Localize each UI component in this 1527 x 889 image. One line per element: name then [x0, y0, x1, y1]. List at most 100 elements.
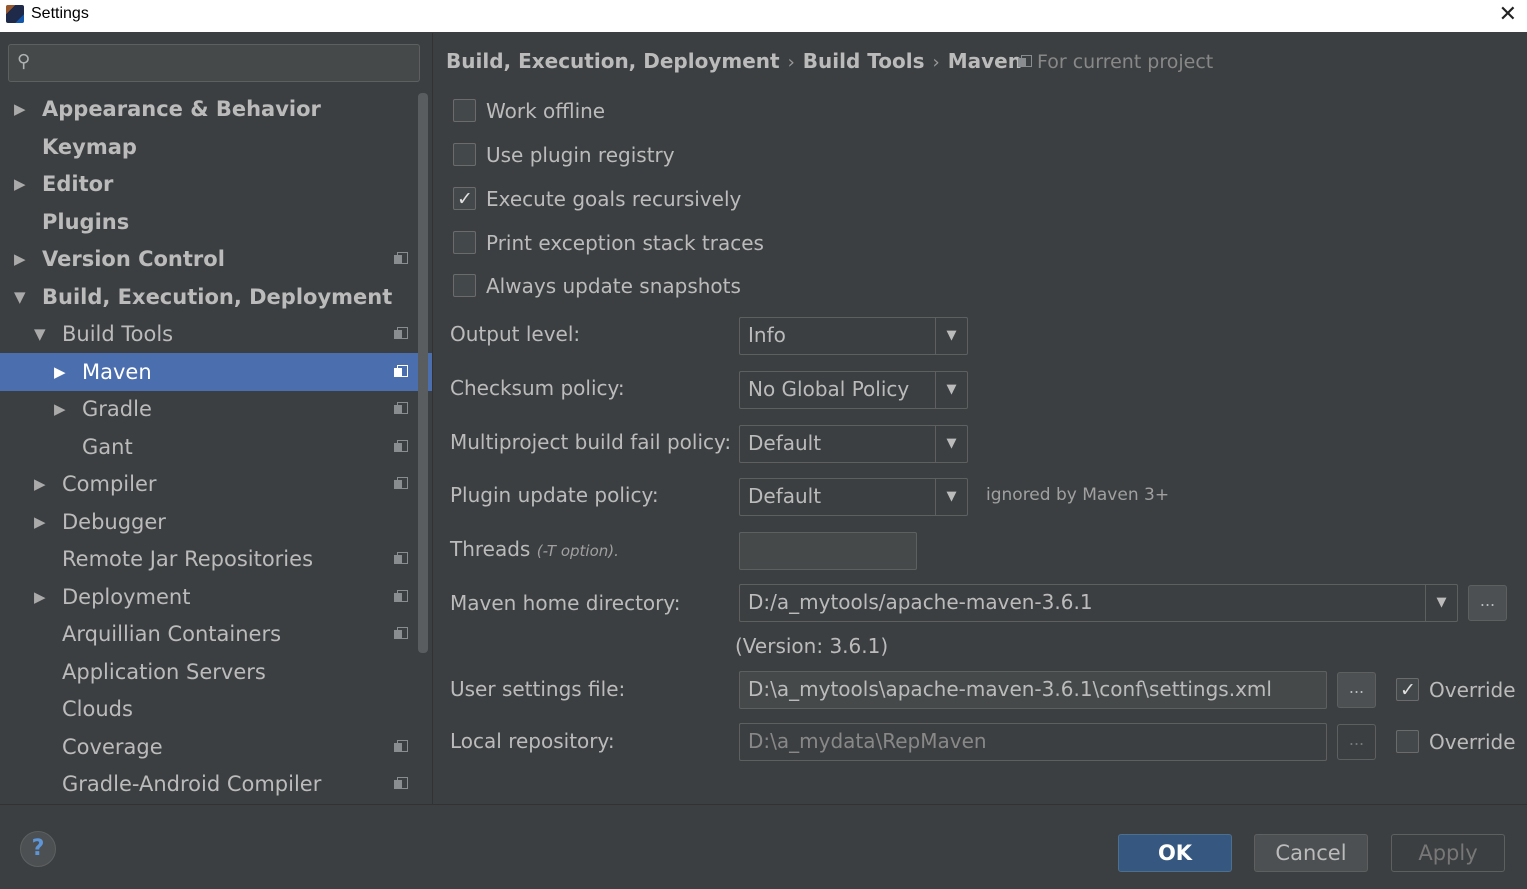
chevron-down-icon[interactable]: ▼ — [935, 479, 967, 515]
tree-item[interactable]: ▶ Version Control — [0, 240, 414, 278]
chevron-down-icon[interactable]: ▼ — [935, 372, 967, 408]
close-icon[interactable]: ✕ — [1499, 2, 1517, 27]
always-update-snapshots-label: Always update snapshots — [486, 274, 741, 298]
expand-arrow-right-icon[interactable]: ▶ — [34, 465, 46, 503]
expand-arrow-down-icon[interactable]: ▼ — [34, 315, 46, 353]
title-bar: Settings ✕ — [0, 0, 1527, 32]
tree-item-label: Version Control — [42, 247, 225, 271]
local-repository-input[interactable]: D:\a_mydata\RepMaven — [739, 723, 1327, 761]
print-exception-stack-traces-checkbox[interactable] — [453, 231, 476, 254]
chevron-down-icon[interactable]: ▼ — [935, 426, 967, 462]
maven-home-browse-button[interactable]: ... — [1468, 585, 1507, 621]
tree-item-label: Arquillian Containers — [62, 622, 282, 646]
work-offline-checkbox[interactable] — [453, 99, 476, 122]
tree-item-label: Maven — [82, 360, 152, 384]
settings-search[interactable]: ⚲ — [8, 44, 420, 82]
tree-item[interactable]: Application Servers — [0, 653, 414, 691]
breadcrumb-separator: › — [787, 52, 795, 73]
tree-item[interactable]: ▶ Editor — [0, 165, 414, 203]
tree-item-label: Gradle — [82, 397, 152, 421]
tree-item-label: Editor — [42, 172, 114, 196]
settings-sidebar: ⚲ ▶ Appearance & Behavior Keymap ▶ Editor Plu… — [0, 33, 433, 804]
tree-item[interactable]: Plugins — [0, 203, 414, 241]
tree-item-label: Build Tools — [62, 322, 174, 346]
local-repository-label: Local repository: — [450, 729, 615, 753]
tree-item[interactable]: Gradle-Android Compiler — [0, 765, 414, 803]
user-settings-override-checkbox[interactable] — [1396, 675, 1419, 705]
search-input[interactable] — [49, 45, 413, 81]
chevron-down-icon[interactable]: ▼ — [1425, 585, 1457, 621]
output-level-select[interactable]: Info ▼ — [739, 317, 968, 355]
tree-item[interactable]: Remote Jar Repositories — [0, 540, 414, 578]
user-settings-value: D:\a_mytools\apache-maven-3.6.1\conf\set… — [748, 677, 1272, 701]
tree-item[interactable]: ▼ Build Tools — [0, 315, 414, 353]
tree-item[interactable]: Arquillian Containers — [0, 615, 414, 653]
expand-arrow-right-icon[interactable]: ▶ — [14, 240, 26, 278]
expand-arrow-right-icon[interactable]: ▶ — [14, 165, 26, 203]
project-scope-icon — [394, 777, 408, 791]
work-offline-label: Work offline — [486, 99, 606, 123]
search-icon: ⚲ — [17, 51, 31, 72]
project-scope-icon — [1018, 55, 1032, 69]
maven-version-label: (Version: 3.6.1) — [735, 634, 889, 658]
local-repository-override-label: Override — [1429, 730, 1516, 754]
execute-goals-recursively-checkbox[interactable] — [453, 184, 476, 214]
ok-button[interactable]: OK — [1118, 834, 1232, 872]
tree-item[interactable]: ▶ Compiler — [0, 465, 414, 503]
tree-item[interactable]: Gant — [0, 428, 414, 466]
tree-item[interactable]: Keymap — [0, 128, 414, 166]
print-exception-stack-traces-label: Print exception stack traces — [486, 231, 764, 255]
checksum-policy-value: No Global Policy — [748, 377, 910, 401]
expand-arrow-right-icon[interactable]: ▶ — [54, 353, 66, 391]
project-scope-icon — [394, 740, 408, 754]
project-scope-icon — [394, 477, 408, 491]
user-settings-browse-button[interactable]: ... — [1337, 672, 1376, 708]
maven-home-select[interactable]: D:/a_mytools/apache-maven-3.6.1 ▼ — [739, 584, 1458, 622]
threads-input[interactable] — [739, 532, 917, 570]
expand-arrow-down-icon[interactable]: ▼ — [14, 278, 26, 316]
always-update-snapshots-checkbox[interactable] — [453, 274, 476, 297]
expand-arrow-right-icon[interactable]: ▶ — [34, 503, 46, 541]
cancel-button[interactable]: Cancel — [1254, 834, 1368, 872]
tree-item-label: Compiler — [62, 472, 157, 496]
plugin-update-policy-value: Default — [748, 484, 822, 508]
output-level-label: Output level: — [450, 322, 581, 346]
tree-item-label: Build, Execution, Deployment — [42, 285, 393, 309]
project-scope-icon — [394, 402, 408, 416]
sidebar-scrollbar[interactable] — [418, 93, 428, 653]
chevron-down-icon[interactable]: ▼ — [935, 318, 967, 354]
tree-item[interactable]: Clouds — [0, 690, 414, 728]
local-repository-browse-button[interactable]: ... — [1337, 724, 1376, 760]
tree-item-label: Coverage — [62, 735, 163, 759]
tree-item[interactable]: ▶ Appearance & Behavior — [0, 90, 414, 128]
scope-label: For current project — [1037, 51, 1214, 73]
apply-button[interactable]: Apply — [1391, 834, 1505, 872]
help-button[interactable]: ? — [20, 831, 56, 867]
checksum-policy-select[interactable]: No Global Policy ▼ — [739, 371, 968, 409]
tree-item[interactable]: ▶ Debugger — [0, 503, 414, 541]
plugin-update-policy-select[interactable]: Default ▼ — [739, 478, 968, 516]
multiproject-fail-policy-label: Multiproject build fail policy: — [450, 430, 732, 454]
project-scope-icon — [394, 365, 408, 379]
project-scope-icon — [394, 590, 408, 604]
user-settings-input[interactable]: D:\a_mytools\apache-maven-3.6.1\conf\set… — [739, 671, 1327, 709]
window-title: Settings — [31, 5, 89, 22]
multiproject-fail-policy-select[interactable]: Default ▼ — [739, 425, 968, 463]
tree-item[interactable]: ▶ Deployment — [0, 578, 414, 616]
local-repository-override-checkbox[interactable] — [1396, 730, 1419, 753]
use-plugin-registry-checkbox[interactable] — [453, 143, 476, 166]
project-scope-icon — [394, 552, 408, 566]
tree-item[interactable]: Coverage — [0, 728, 414, 766]
expand-arrow-right-icon[interactable]: ▶ — [14, 90, 26, 128]
expand-arrow-right-icon[interactable]: ▶ — [54, 390, 66, 428]
project-scope-icon — [394, 252, 408, 266]
tree-item[interactable]: ▶ Maven — [0, 353, 432, 391]
breadcrumb: Build, Execution, Deployment › Build Tools… — [446, 49, 1022, 73]
expand-arrow-right-icon[interactable]: ▶ — [34, 578, 46, 616]
scope-indicator: For current project — [1018, 51, 1213, 73]
tree-item[interactable]: ▼ Build, Execution, Deployment — [0, 278, 414, 316]
tree-item[interactable]: ▶ Gradle — [0, 390, 414, 428]
tree-item-label: Deployment — [62, 585, 191, 609]
dialog-footer: ? OK Cancel Apply — [0, 804, 1527, 889]
tree-item-label: Plugins — [42, 210, 130, 234]
